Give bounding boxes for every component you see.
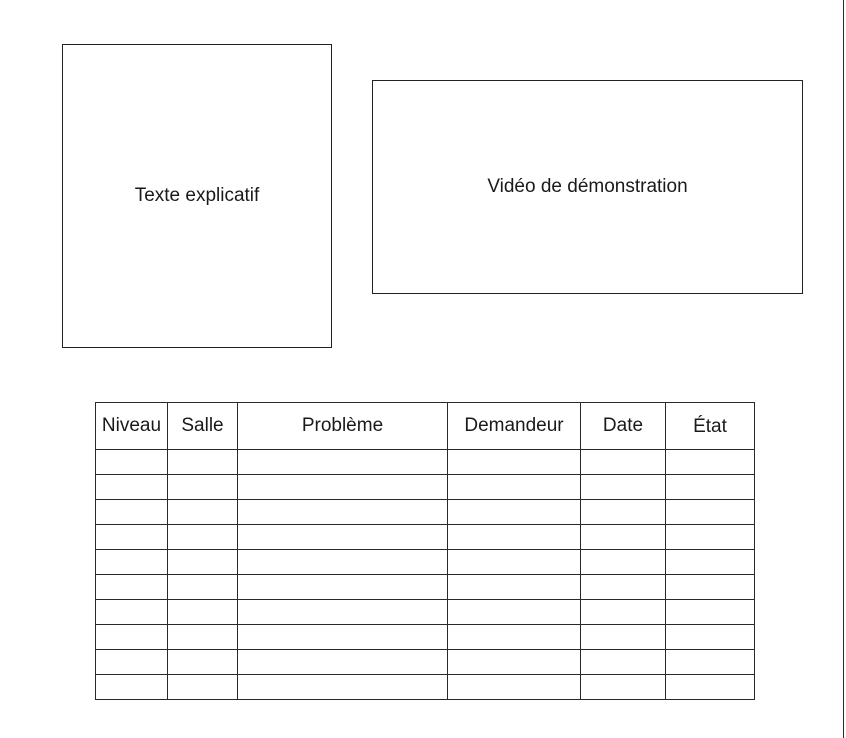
table-row <box>95 524 755 550</box>
table-row <box>95 499 755 525</box>
table-cell[interactable] <box>167 649 238 675</box>
table-cell[interactable] <box>237 524 448 550</box>
table-cell[interactable] <box>580 449 666 475</box>
table-row <box>95 474 755 500</box>
table-cell[interactable] <box>665 649 755 675</box>
table-cell[interactable] <box>95 449 168 475</box>
table-cell[interactable] <box>237 499 448 525</box>
table-cell[interactable] <box>95 624 168 650</box>
table-cell[interactable] <box>237 674 448 700</box>
table-cell[interactable] <box>167 549 238 575</box>
column-header-etat[interactable]: État <box>665 402 755 450</box>
table-cell[interactable] <box>237 549 448 575</box>
table-row <box>95 574 755 600</box>
table-cell[interactable] <box>665 524 755 550</box>
table-cell[interactable] <box>167 599 238 625</box>
table-row <box>95 449 755 475</box>
table-cell[interactable] <box>580 624 666 650</box>
table-cell[interactable] <box>665 449 755 475</box>
table-cell[interactable] <box>447 524 581 550</box>
table-cell[interactable] <box>95 574 168 600</box>
table-cell[interactable] <box>237 649 448 675</box>
table-row <box>95 624 755 650</box>
demo-video-box[interactable]: Vidéo de démonstration <box>372 80 803 294</box>
table-cell[interactable] <box>447 649 581 675</box>
table-cell[interactable] <box>665 599 755 625</box>
table-cell[interactable] <box>447 549 581 575</box>
table-cell[interactable] <box>580 549 666 575</box>
table-cell[interactable] <box>447 624 581 650</box>
table-cell[interactable] <box>167 499 238 525</box>
issues-table-body <box>95 449 755 700</box>
table-cell[interactable] <box>95 674 168 700</box>
table-cell[interactable] <box>447 674 581 700</box>
table-cell[interactable] <box>665 674 755 700</box>
table-cell[interactable] <box>580 574 666 600</box>
table-cell[interactable] <box>237 624 448 650</box>
column-header-niveau[interactable]: Niveau <box>95 402 168 450</box>
column-header-label: Salle <box>181 415 224 436</box>
table-cell[interactable] <box>665 574 755 600</box>
table-cell[interactable] <box>665 549 755 575</box>
table-cell[interactable] <box>580 474 666 500</box>
table-cell[interactable] <box>580 524 666 550</box>
column-header-demandeur[interactable]: Demandeur <box>447 402 581 450</box>
table-cell[interactable] <box>95 499 168 525</box>
table-cell[interactable] <box>237 474 448 500</box>
column-header-label: Niveau <box>101 415 162 436</box>
table-cell[interactable] <box>167 574 238 600</box>
table-cell[interactable] <box>447 449 581 475</box>
table-cell[interactable] <box>95 524 168 550</box>
table-cell[interactable] <box>167 524 238 550</box>
column-header-label: Problème <box>301 415 384 436</box>
column-header-salle[interactable]: Salle <box>167 402 238 450</box>
page-right-border <box>843 0 844 738</box>
table-cell[interactable] <box>580 649 666 675</box>
explanatory-text-label: Texte explicatif <box>134 185 260 206</box>
table-row <box>95 674 755 700</box>
demo-video-label: Vidéo de démonstration <box>487 175 688 197</box>
table-cell[interactable] <box>237 599 448 625</box>
table-cell[interactable] <box>167 674 238 700</box>
table-cell[interactable] <box>167 624 238 650</box>
table-cell[interactable] <box>447 474 581 500</box>
table-row <box>95 649 755 675</box>
table-cell[interactable] <box>580 499 666 525</box>
table-row <box>95 549 755 575</box>
table-cell[interactable] <box>237 449 448 475</box>
issues-table: Niveau Salle Problème Demandeur Date Éta… <box>95 402 755 700</box>
explanatory-text-box: Texte explicatif <box>62 44 332 348</box>
table-cell[interactable] <box>95 549 168 575</box>
column-header-label: Date <box>602 415 644 436</box>
table-cell[interactable] <box>665 624 755 650</box>
table-cell[interactable] <box>447 574 581 600</box>
table-cell[interactable] <box>167 449 238 475</box>
table-cell[interactable] <box>95 649 168 675</box>
table-cell[interactable] <box>580 674 666 700</box>
table-row <box>95 599 755 625</box>
column-header-date[interactable]: Date <box>580 402 666 450</box>
table-cell[interactable] <box>237 574 448 600</box>
table-cell[interactable] <box>447 599 581 625</box>
column-header-label: État <box>693 416 727 437</box>
table-cell[interactable] <box>167 474 238 500</box>
column-header-label: Demandeur <box>464 415 564 436</box>
table-cell[interactable] <box>580 599 666 625</box>
table-cell[interactable] <box>447 499 581 525</box>
table-header-row: Niveau Salle Problème Demandeur Date Éta… <box>95 402 755 450</box>
table-cell[interactable] <box>95 599 168 625</box>
table-cell[interactable] <box>95 474 168 500</box>
column-header-probleme[interactable]: Problème <box>237 402 448 450</box>
table-cell[interactable] <box>665 474 755 500</box>
table-cell[interactable] <box>665 499 755 525</box>
